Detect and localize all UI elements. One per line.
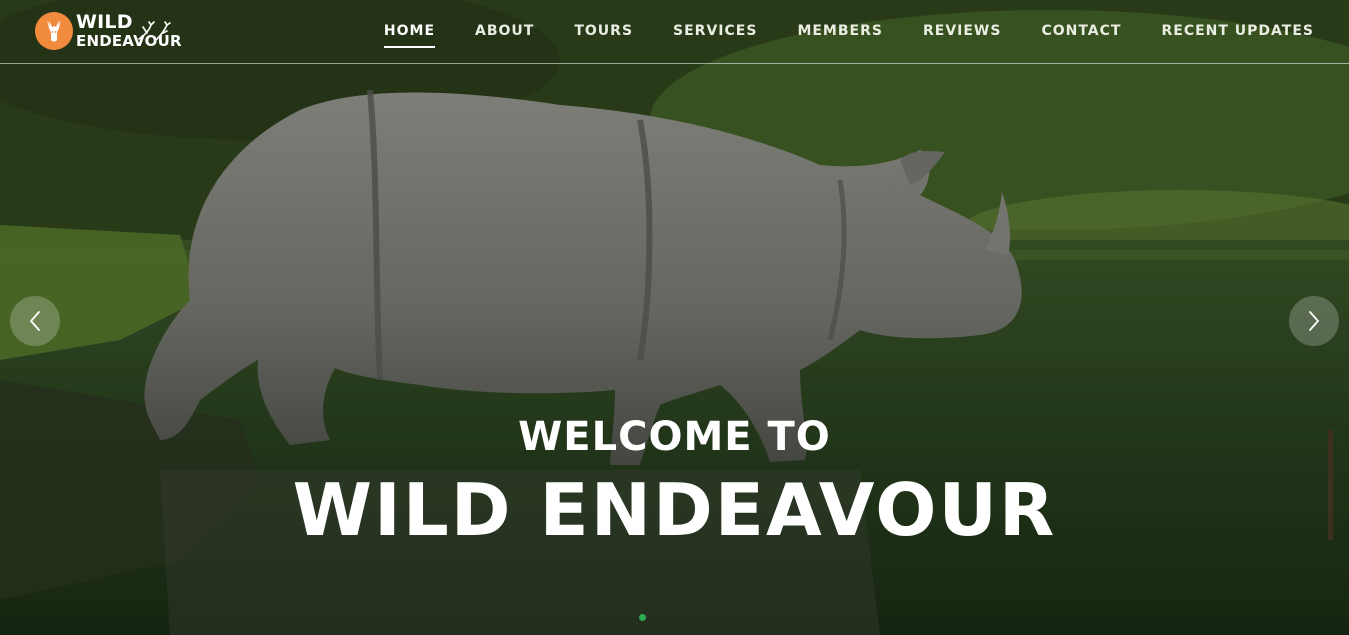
nav-members[interactable]: MEMBERS xyxy=(797,21,883,41)
nav-tours[interactable]: TOURS xyxy=(574,21,633,41)
logo[interactable]: WILD ENDEAVOUR xyxy=(35,11,187,55)
slider-next-button[interactable] xyxy=(1289,296,1339,346)
logo-text-line2: ENDEAVOUR xyxy=(76,32,182,50)
logo-text-line1: WILD xyxy=(76,11,133,33)
hero-title: WILD ENDEAVOUR xyxy=(292,468,1057,552)
chevron-right-icon xyxy=(1309,311,1320,331)
site-header: WILD ENDEAVOUR HOME ABOUT TOURS SERVICES… xyxy=(0,0,1349,64)
nav-home[interactable]: HOME xyxy=(383,21,436,48)
nav-services[interactable]: SERVICES xyxy=(673,21,757,41)
hero-subtitle: WELCOME TO xyxy=(518,414,831,460)
nav-reviews[interactable]: REVIEWS xyxy=(923,21,1001,41)
nav-about[interactable]: ABOUT xyxy=(475,21,534,41)
slider-prev-button[interactable] xyxy=(10,296,60,346)
nav-contact[interactable]: CONTACT xyxy=(1041,21,1121,41)
chevron-left-icon xyxy=(29,311,40,331)
nav-recent-updates[interactable]: RECENT UPDATES xyxy=(1161,21,1314,41)
main-nav: HOME ABOUT TOURS SERVICES MEMBERS REVIEW… xyxy=(344,21,1314,48)
slider-indicator[interactable] xyxy=(639,614,646,621)
deer-head-icon xyxy=(35,12,73,50)
